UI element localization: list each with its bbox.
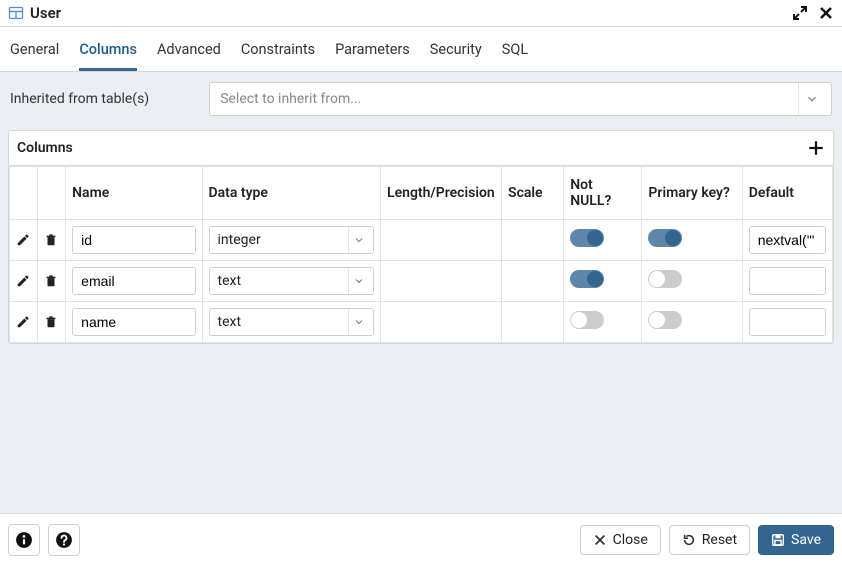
inherit-select[interactable]: Select to inherit from... (209, 82, 832, 116)
info-button[interactable] (8, 524, 40, 556)
length-cell (381, 220, 502, 261)
scale-cell (502, 220, 564, 261)
primary-key-toggle[interactable] (648, 311, 682, 329)
default-input[interactable] (749, 267, 826, 295)
header-length: Length/Precision (381, 167, 502, 220)
expand-icon[interactable] (792, 5, 808, 21)
tab-constraints[interactable]: Constraints (241, 35, 315, 71)
title-bar: User (0, 0, 842, 27)
table-row: text (10, 302, 833, 343)
data-type-select[interactable]: text (209, 267, 375, 295)
chevron-down-icon (348, 268, 369, 294)
edit-icon[interactable] (16, 274, 31, 288)
data-type-value: integer (218, 232, 261, 248)
reset-button-label: Reset (702, 532, 737, 548)
not-null-toggle[interactable] (570, 229, 604, 247)
tab-security[interactable]: Security (430, 35, 482, 71)
not-null-toggle[interactable] (570, 311, 604, 329)
tab-advanced[interactable]: Advanced (157, 35, 221, 71)
not-null-toggle[interactable] (570, 270, 604, 288)
header-default: Default (742, 167, 832, 220)
data-type-value: text (218, 273, 242, 289)
reset-button[interactable]: Reset (669, 525, 750, 555)
default-input[interactable] (749, 226, 826, 254)
tab-parameters[interactable]: Parameters (335, 35, 410, 71)
trash-icon[interactable] (44, 274, 59, 288)
header-scale: Scale (502, 167, 564, 220)
close-button[interactable]: Close (580, 525, 661, 555)
data-type-select[interactable]: text (209, 308, 375, 336)
chevron-down-icon (348, 309, 369, 335)
length-cell (381, 302, 502, 343)
trash-icon[interactable] (44, 315, 59, 329)
header-name: Name (66, 167, 202, 220)
inherit-row: Inherited from table(s) Select to inheri… (0, 72, 842, 130)
save-button[interactable]: Save (758, 525, 834, 555)
table-row: integer (10, 220, 833, 261)
edit-icon[interactable] (16, 315, 31, 329)
column-name-input[interactable] (72, 267, 195, 295)
columns-table: Name Data type Length/Precision Scale No… (9, 166, 833, 343)
default-input[interactable] (749, 308, 826, 336)
tab-columns[interactable]: Columns (79, 35, 137, 71)
chevron-down-icon (348, 227, 369, 253)
table-icon (8, 5, 24, 21)
header-primary-key: Primary key? (642, 167, 742, 220)
close-button-label: Close (613, 532, 648, 548)
table-row: text (10, 261, 833, 302)
inherit-label: Inherited from table(s) (10, 91, 149, 107)
data-type-value: text (218, 314, 242, 330)
tab-sql[interactable]: SQL (502, 35, 528, 71)
header-not-null: Not NULL? (564, 167, 642, 220)
column-name-input[interactable] (72, 226, 195, 254)
edit-icon[interactable] (16, 233, 31, 247)
length-cell (381, 261, 502, 302)
data-type-select[interactable]: integer (209, 226, 375, 254)
trash-icon[interactable] (44, 233, 59, 247)
close-icon[interactable] (818, 5, 834, 21)
tab-bar: General Columns Advanced Constraints Par… (0, 27, 842, 72)
primary-key-toggle[interactable] (648, 270, 682, 288)
columns-panel-title: Columns (17, 140, 73, 156)
footer-bar: Close Reset Save (0, 513, 842, 566)
save-button-label: Save (791, 532, 821, 548)
tab-general[interactable]: General (10, 35, 59, 71)
primary-key-toggle[interactable] (648, 229, 682, 247)
scale-cell (502, 302, 564, 343)
column-name-input[interactable] (72, 308, 195, 336)
window-title: User (30, 4, 61, 22)
header-data-type: Data type (202, 167, 381, 220)
help-button[interactable] (48, 524, 80, 556)
scale-cell (502, 261, 564, 302)
add-column-button[interactable] (807, 139, 825, 157)
inherit-placeholder: Select to inherit from... (220, 91, 361, 107)
columns-panel: Columns Name Data type Length/Precision … (8, 130, 834, 344)
chevron-down-icon (798, 83, 825, 115)
